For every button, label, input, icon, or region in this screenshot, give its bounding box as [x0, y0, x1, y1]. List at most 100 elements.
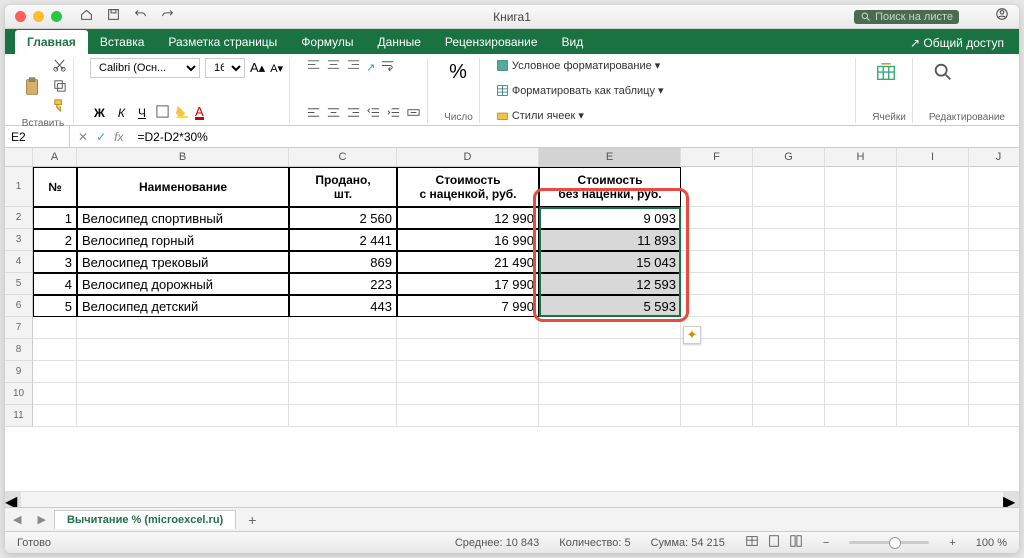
cell[interactable] [289, 317, 397, 339]
undo-icon[interactable] [134, 8, 147, 26]
cell[interactable]: 5 593 [539, 295, 681, 317]
cell[interactable] [825, 383, 897, 405]
sheet-tab[interactable]: Вычитание % (microexcel.ru) [54, 510, 236, 529]
tab-page-layout[interactable]: Разметка страницы [156, 30, 289, 54]
save-icon[interactable] [107, 8, 120, 26]
formula-input[interactable]: =D2-D2*30% [131, 130, 1019, 144]
cell[interactable] [969, 405, 1019, 427]
cell[interactable] [897, 317, 969, 339]
cell[interactable] [825, 295, 897, 317]
cell[interactable]: 3 [33, 251, 77, 273]
search-box[interactable]: Поиск на листе [854, 10, 959, 24]
align-top-icon[interactable] [306, 58, 321, 76]
font-size-select[interactable]: 16 [205, 58, 245, 78]
cell[interactable] [825, 167, 897, 207]
cell[interactable] [825, 229, 897, 251]
col-header[interactable]: E [539, 148, 681, 167]
cell[interactable]: 11 893 [539, 229, 681, 251]
cell[interactable] [753, 229, 825, 251]
align-middle-icon[interactable] [326, 58, 341, 76]
home-icon[interactable] [80, 8, 93, 26]
scroll-right-icon[interactable]: ▶ [1003, 492, 1019, 507]
row-header[interactable]: 6 [5, 295, 33, 317]
cell[interactable] [397, 317, 539, 339]
row-header[interactable]: 7 [5, 317, 33, 339]
cell[interactable]: 2 560 [289, 207, 397, 229]
cell[interactable]: 4 [33, 273, 77, 295]
merge-icon[interactable] [406, 105, 421, 123]
cell[interactable] [969, 361, 1019, 383]
cell[interactable]: 5 [33, 295, 77, 317]
cell[interactable] [753, 251, 825, 273]
increase-indent-icon[interactable] [386, 105, 401, 123]
tab-home[interactable]: Главная [15, 30, 88, 54]
select-all-corner[interactable] [5, 148, 33, 167]
cell[interactable] [539, 383, 681, 405]
align-right-icon[interactable] [346, 105, 361, 123]
cell[interactable] [397, 405, 539, 427]
cell[interactable] [681, 405, 753, 427]
close-icon[interactable] [15, 11, 26, 22]
decrease-indent-icon[interactable] [366, 105, 381, 123]
maximize-icon[interactable] [51, 11, 62, 22]
cell[interactable] [753, 405, 825, 427]
row-header[interactable]: 9 [5, 361, 33, 383]
format-painter-icon[interactable] [52, 98, 67, 116]
confirm-formula-icon[interactable]: ✓ [96, 130, 106, 144]
cell[interactable] [753, 167, 825, 207]
tab-data[interactable]: Данные [366, 30, 433, 54]
cell[interactable] [897, 207, 969, 229]
col-header[interactable]: I [897, 148, 969, 167]
redo-icon[interactable] [161, 8, 174, 26]
cell[interactable]: № [33, 167, 77, 207]
cell[interactable] [969, 317, 1019, 339]
cell[interactable] [897, 295, 969, 317]
autofill-options-icon[interactable]: ✦ [683, 326, 701, 344]
decrease-font-icon[interactable]: A▾ [270, 62, 283, 75]
font-color-icon[interactable]: A [195, 106, 204, 120]
cell[interactable] [825, 405, 897, 427]
col-header[interactable]: J [969, 148, 1019, 167]
cell[interactable] [33, 383, 77, 405]
cell[interactable] [539, 361, 681, 383]
cell[interactable] [825, 339, 897, 361]
fill-color-icon[interactable] [175, 104, 190, 122]
share-button[interactable]: ↗ Общий доступ [910, 36, 1004, 54]
cell[interactable]: 12 593 [539, 273, 681, 295]
col-header[interactable]: D [397, 148, 539, 167]
cell[interactable] [33, 405, 77, 427]
italic-button[interactable]: К [114, 103, 129, 123]
cell[interactable] [77, 361, 289, 383]
page-layout-view-icon[interactable] [767, 534, 781, 551]
paste-icon[interactable] [19, 73, 47, 101]
cell[interactable] [539, 339, 681, 361]
col-header[interactable]: B [77, 148, 289, 167]
cut-icon[interactable] [52, 58, 67, 76]
cell[interactable] [681, 361, 753, 383]
cell[interactable]: 15 043 [539, 251, 681, 273]
prev-sheet-icon[interactable]: ◀ [5, 513, 29, 526]
row-header[interactable]: 8 [5, 339, 33, 361]
tab-formulas[interactable]: Формулы [289, 30, 365, 54]
zoom-out-icon[interactable]: − [823, 537, 829, 549]
cell[interactable] [969, 295, 1019, 317]
align-center-icon[interactable] [326, 105, 341, 123]
cell[interactable] [825, 251, 897, 273]
cell[interactable] [33, 339, 77, 361]
border-icon[interactable] [155, 104, 170, 122]
cell[interactable] [753, 295, 825, 317]
cell[interactable]: Велосипед детский [77, 295, 289, 317]
col-header[interactable]: A [33, 148, 77, 167]
cell[interactable]: 2 441 [289, 229, 397, 251]
row-header[interactable]: 4 [5, 251, 33, 273]
cell[interactable] [289, 361, 397, 383]
cell[interactable] [753, 361, 825, 383]
spreadsheet-grid[interactable]: A B C D E F G H I J 1 № Наименование Про… [5, 148, 1019, 491]
cell[interactable] [289, 339, 397, 361]
cell[interactable] [969, 229, 1019, 251]
cell[interactable] [825, 361, 897, 383]
cell[interactable] [897, 339, 969, 361]
cell[interactable] [969, 251, 1019, 273]
cell[interactable] [897, 167, 969, 207]
tab-view[interactable]: Вид [550, 30, 596, 54]
